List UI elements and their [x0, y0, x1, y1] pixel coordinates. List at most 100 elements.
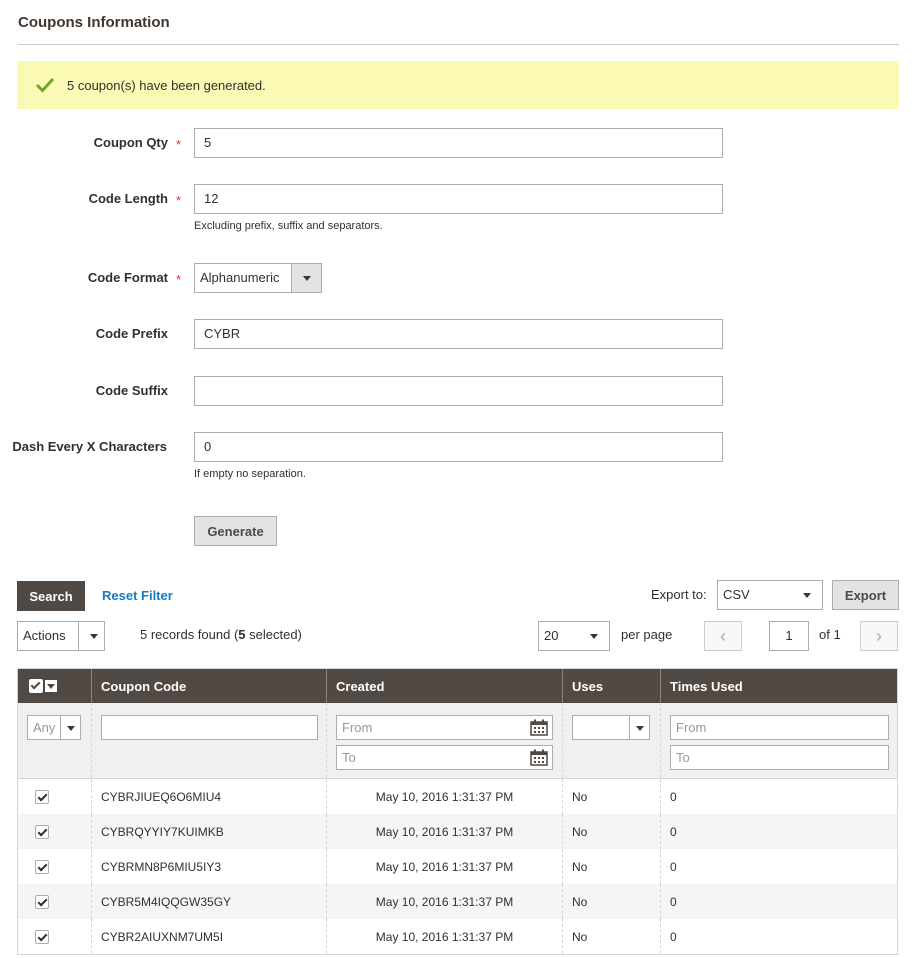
code-prefix-input[interactable]: CYBR — [194, 319, 723, 349]
code-suffix-input[interactable] — [194, 376, 723, 406]
coupon-qty-label: Coupon Qty — [93, 135, 168, 150]
times-used-cell: 0 — [660, 814, 897, 849]
previous-page-button[interactable]: ‹ — [704, 621, 742, 651]
success-message-text: 5 coupon(s) have been generated. — [67, 77, 266, 93]
select-filter-value: Any — [33, 720, 56, 735]
uses-cell: No — [562, 779, 660, 814]
export-button[interactable]: Export — [832, 580, 899, 610]
code-format-select[interactable]: Alphanumeric — [194, 263, 322, 293]
required-marker: * — [176, 193, 182, 208]
table-row: CYBRQYYIY7KUIMKB May 10, 2016 1:31:37 PM… — [18, 814, 897, 849]
total-pages-text: of 1 — [819, 627, 841, 642]
success-message: 5 coupon(s) have been generated. — [17, 61, 899, 109]
search-button[interactable]: Search — [17, 581, 85, 611]
column-header-uses[interactable]: Uses — [562, 669, 660, 703]
row-checkbox[interactable] — [35, 894, 49, 909]
created-cell: May 10, 2016 1:31:37 PM — [326, 884, 562, 919]
dash-every-input[interactable]: 0 — [194, 432, 723, 462]
title-divider — [18, 44, 899, 45]
column-header-times-used[interactable]: Times Used — [660, 669, 897, 703]
times-used-to-filter[interactable]: To — [670, 745, 889, 770]
table-row: CYBR5M4IQQGW35GY May 10, 2016 1:31:37 PM… — [18, 884, 897, 919]
mass-select-control[interactable] — [18, 669, 91, 703]
row-checkbox[interactable] — [35, 929, 49, 944]
per-page-value: 20 — [544, 628, 559, 643]
created-from-placeholder: From — [342, 720, 373, 735]
dash-every-label: Dash Every X Characters — [12, 439, 167, 454]
uses-cell: No — [562, 919, 660, 954]
row-checkbox[interactable] — [35, 824, 49, 839]
created-cell: May 10, 2016 1:31:37 PM — [326, 919, 562, 954]
chevron-left-icon: ‹ — [720, 625, 726, 646]
chevron-down-icon — [579, 622, 609, 650]
code-length-input[interactable]: 12 — [194, 184, 723, 214]
generate-button[interactable]: Generate — [194, 516, 277, 546]
row-checkbox[interactable] — [35, 859, 49, 874]
selected-count: 5 — [238, 627, 246, 642]
times-used-to-placeholder: To — [676, 750, 690, 765]
checkmark-icon — [35, 77, 55, 93]
coupon-code-cell: CYBR5M4IQQGW35GY — [91, 884, 326, 919]
times-used-from-filter[interactable]: From — [670, 715, 889, 740]
chevron-down-icon — [792, 581, 822, 609]
coupons-grid: Coupon Code Created Uses Times Used Any … — [17, 668, 898, 955]
created-cell: May 10, 2016 1:31:37 PM — [326, 849, 562, 884]
times-used-cell: 0 — [660, 884, 897, 919]
coupon-code-cell: CYBR2AIUXNM7UM5I — [91, 919, 326, 954]
created-to-filter[interactable]: To — [336, 745, 553, 770]
created-from-filter[interactable]: From — [336, 715, 553, 740]
uses-cell: No — [562, 849, 660, 884]
row-checkbox[interactable] — [35, 789, 49, 804]
required-marker: * — [176, 137, 182, 152]
next-page-button[interactable]: › — [860, 621, 898, 651]
chevron-down-icon[interactable] — [45, 680, 57, 692]
dash-every-note: If empty no separation. — [194, 468, 306, 480]
select-all-checkbox[interactable] — [29, 679, 43, 693]
export-format-value: CSV — [723, 587, 750, 602]
export-to-label: Export to: — [651, 587, 707, 602]
created-cell: May 10, 2016 1:31:37 PM — [326, 779, 562, 814]
chevron-down-icon — [78, 622, 104, 650]
column-header-created[interactable]: Created — [326, 669, 562, 703]
required-marker: * — [176, 272, 182, 287]
code-format-value: Alphanumeric — [200, 270, 280, 285]
coupon-qty-input[interactable]: 5 — [194, 128, 723, 158]
mass-actions-label: Actions — [23, 628, 66, 643]
calendar-icon[interactable] — [530, 719, 548, 736]
code-format-label: Code Format — [87, 270, 168, 285]
times-used-cell: 0 — [660, 919, 897, 954]
table-row: CYBR2AIUXNM7UM5I May 10, 2016 1:31:37 PM… — [18, 919, 897, 954]
created-cell: May 10, 2016 1:31:37 PM — [326, 814, 562, 849]
coupon-code-cell: CYBRMN8P6MIU5IY3 — [91, 849, 326, 884]
code-suffix-label: Code Suffix — [95, 383, 168, 398]
grid-filter-row: Any From To From To — [18, 703, 897, 779]
records-found-suffix: selected) — [245, 627, 302, 642]
code-length-label: Code Length — [88, 191, 168, 206]
grid-header-row: Coupon Code Created Uses Times Used — [18, 669, 897, 703]
calendar-icon[interactable] — [530, 749, 548, 766]
times-used-cell: 0 — [660, 779, 897, 814]
current-page-input[interactable]: 1 — [769, 621, 809, 651]
records-found-text: 5 records found (5 selected) — [140, 627, 302, 642]
per-page-select[interactable]: 20 — [538, 621, 610, 651]
table-row: CYBRMN8P6MIU5IY3 May 10, 2016 1:31:37 PM… — [18, 849, 897, 884]
coupon-code-filter[interactable] — [101, 715, 318, 740]
chevron-down-icon — [291, 264, 321, 292]
uses-filter[interactable] — [572, 715, 650, 740]
times-used-cell: 0 — [660, 849, 897, 884]
table-row: CYBRJIUEQ6O6MIU4 May 10, 2016 1:31:37 PM… — [18, 779, 897, 814]
select-filter[interactable]: Any — [27, 715, 81, 740]
mass-actions-select[interactable]: Actions — [17, 621, 105, 651]
chevron-down-icon — [629, 716, 649, 739]
uses-cell: No — [562, 814, 660, 849]
column-header-coupon-code[interactable]: Coupon Code — [91, 669, 326, 703]
reset-filter-link[interactable]: Reset Filter — [102, 588, 173, 603]
code-prefix-label: Code Prefix — [95, 326, 168, 341]
section-title: Coupons Information — [18, 14, 170, 31]
export-format-select[interactable]: CSV — [717, 580, 823, 610]
coupon-code-cell: CYBRQYYIY7KUIMKB — [91, 814, 326, 849]
coupon-code-cell: CYBRJIUEQ6O6MIU4 — [91, 779, 326, 814]
grid-body: CYBRJIUEQ6O6MIU4 May 10, 2016 1:31:37 PM… — [18, 779, 897, 954]
chevron-down-icon — [60, 716, 80, 739]
created-to-placeholder: To — [342, 750, 356, 765]
